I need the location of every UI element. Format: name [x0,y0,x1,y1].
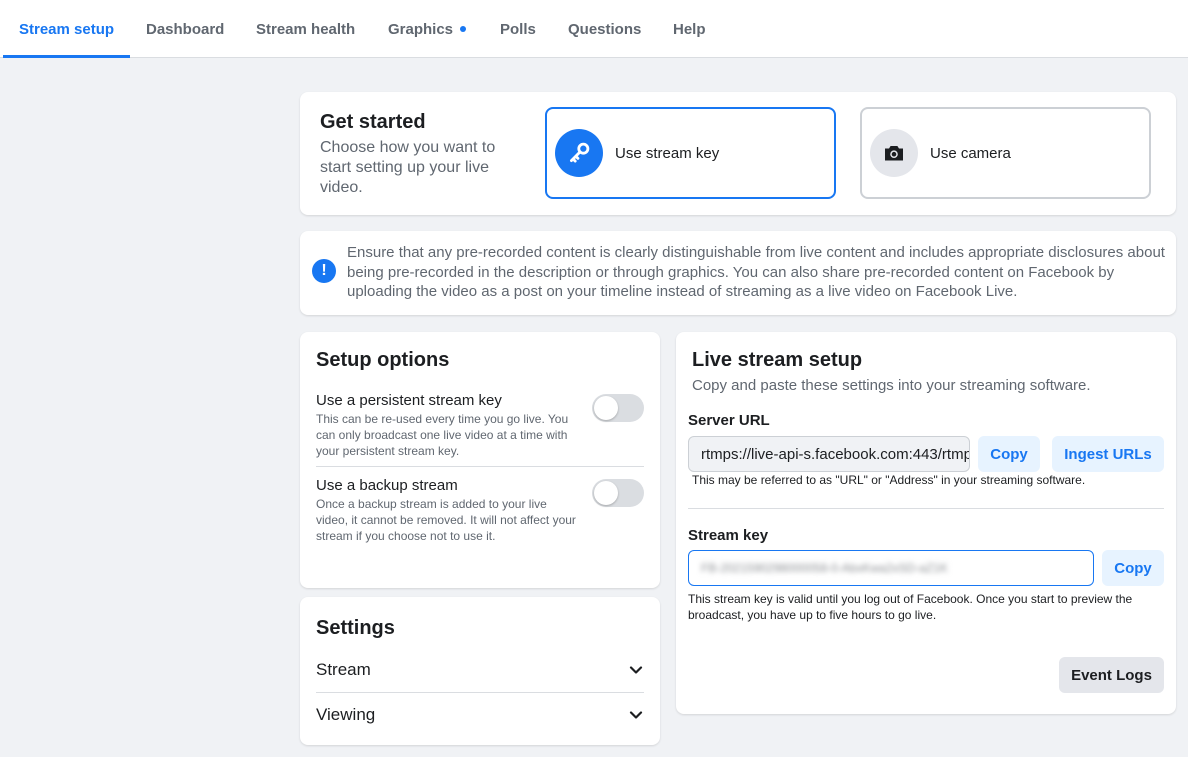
persistent-key-toggle[interactable] [592,394,644,422]
camera-icon [870,129,918,177]
key-icon [555,129,603,177]
live-stream-setup-title: Live stream setup [692,349,863,371]
stream-key-label: Stream key [688,527,769,544]
top-tab-bar: Stream setup Dashboard Stream health Gra… [0,0,1188,58]
tab-label: Questions [568,20,642,38]
get-started-subtitle: Choose how you want to start setting up … [320,139,496,196]
toggle-knob [594,481,618,505]
divider [316,466,644,467]
server-url-label: Server URL [688,412,770,429]
tab-graphics[interactable]: Graphics [388,0,467,58]
tab-label: Dashboard [146,20,225,38]
tab-dashboard[interactable]: Dashboard [146,0,224,58]
settings-row-label: Stream [316,660,371,679]
get-started-title: Get started [320,111,426,133]
tab-label: Stream setup [19,20,115,38]
chevron-down-icon [629,666,643,674]
live-stream-setup-subtitle: Copy and paste these settings into your … [692,377,1091,394]
use-camera-label: Use camera [930,144,1011,162]
use-stream-key-label: Use stream key [615,144,720,162]
backup-stream-description: Once a backup stream is added to your li… [316,497,576,543]
persistent-key-description: This can be re-used every time you go li… [316,412,569,458]
tab-stream-health[interactable]: Stream health [256,0,355,58]
settings-card: Settings Stream Viewing [300,597,660,745]
settings-row-stream[interactable]: Stream [316,648,644,692]
persistent-key-title: Use a persistent stream key [316,392,502,409]
settings-title: Settings [316,617,395,639]
server-url-value: rtmps://live-api-s.facebook.com:443/rtmp… [701,445,970,463]
setup-options-card: Setup options Use a persistent stream ke… [300,332,660,588]
tab-questions[interactable]: Questions [568,0,641,58]
stream-key-value: FB-2021590298000058-0-AbxKwa2xSD-aZ1K [701,561,948,575]
notification-dot [460,26,467,32]
tab-label: Graphics [388,20,454,38]
stream-key-helper: This stream key is valid until you log o… [688,592,1133,622]
pre-recorded-notice: ! Ensure that any pre-recorded content i… [300,231,1176,315]
stream-key-field[interactable]: FB-2021590298000058-0-AbxKwa2xSD-aZ1K [688,550,1094,586]
setup-options-title: Setup options [316,349,450,371]
notice-text: Ensure that any pre-recorded content is … [347,244,1165,300]
toggle-knob [594,396,618,420]
use-stream-key-option[interactable]: Use stream key [545,107,836,199]
tab-help[interactable]: Help [673,0,706,58]
copy-server-url-button[interactable]: Copy [978,436,1040,472]
backup-stream-toggle[interactable] [592,479,644,507]
tab-stream-setup[interactable]: Stream setup [2,0,131,58]
tab-label: Polls [500,20,536,38]
live-stream-setup-card: Live stream setup Copy and paste these s… [676,332,1176,714]
event-logs-button[interactable]: Event Logs [1059,657,1164,693]
copy-stream-key-button[interactable]: Copy [1102,550,1164,586]
settings-row-viewing[interactable]: Viewing [316,693,644,737]
backup-stream-title: Use a backup stream [316,477,458,494]
server-url-helper: This may be referred to as "URL" or "Add… [692,473,1086,487]
tab-polls[interactable]: Polls [500,0,536,58]
use-camera-option[interactable]: Use camera [860,107,1151,199]
server-url-field[interactable]: rtmps://live-api-s.facebook.com:443/rtmp… [688,436,970,472]
settings-row-label: Viewing [316,705,376,724]
info-icon: ! [312,259,336,283]
divider [688,508,1164,509]
ingest-urls-button[interactable]: Ingest URLs [1052,436,1164,472]
tab-label: Help [673,20,706,38]
get-started-card: Get started Choose how you want to start… [300,92,1176,215]
chevron-down-icon [629,711,643,719]
tab-label: Stream health [256,20,356,38]
